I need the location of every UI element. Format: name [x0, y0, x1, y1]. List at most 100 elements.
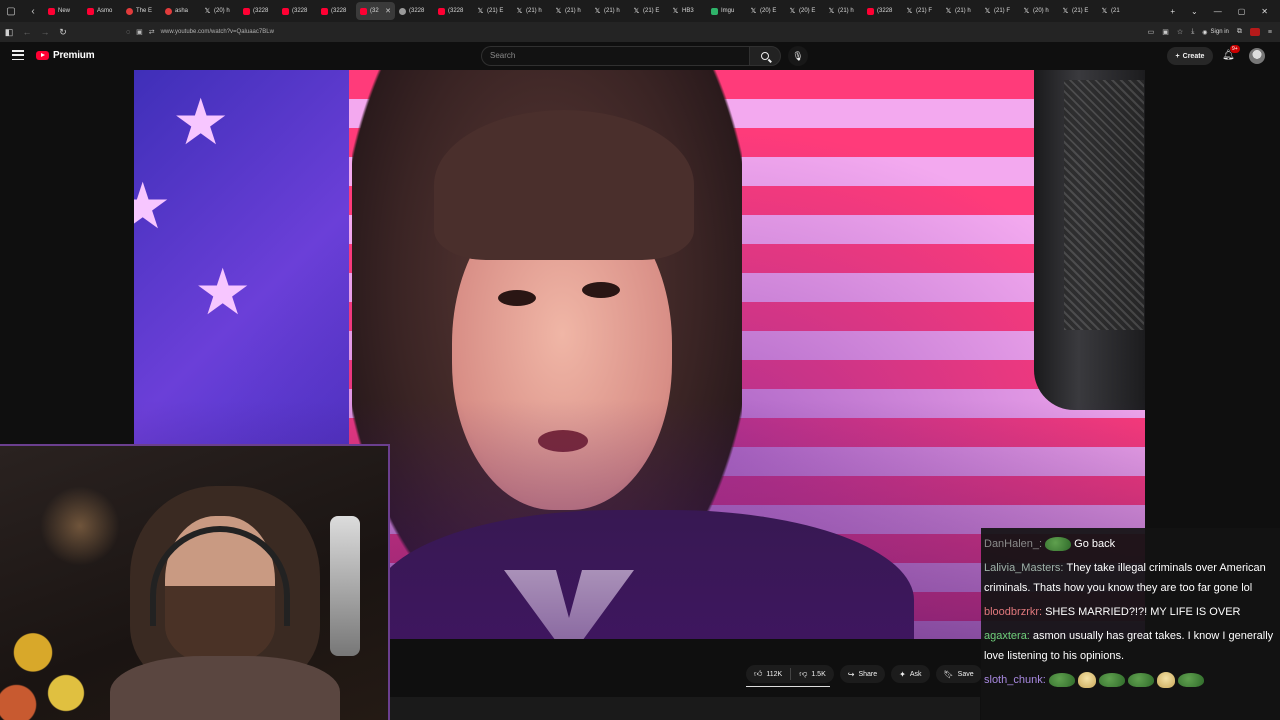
x-icon: 𝕏 [672, 7, 679, 15]
browser-tab[interactable]: 𝕏 (21 [1097, 2, 1136, 20]
search-input[interactable]: Search [481, 46, 749, 66]
browser-tab[interactable]: 𝕏 (21) E [1058, 2, 1097, 20]
tab-label: (21) h [838, 8, 854, 14]
tab-label: Asmo [97, 8, 113, 14]
thumbs-up-icon: 👍︎ [754, 669, 763, 678]
shield-icon[interactable]: ◌ [126, 29, 130, 36]
presenter-eye [582, 282, 620, 298]
x-icon: 𝕏 [477, 7, 484, 15]
new-tab-icon[interactable]: + [1170, 7, 1175, 16]
download-icon[interactable]: ⤓ [1191, 28, 1194, 36]
youtube-logo[interactable]: Premium [36, 50, 95, 61]
screenshot-icon[interactable]: ▣ [1162, 28, 1169, 36]
menu-icon[interactable]: ≡ [1268, 29, 1272, 36]
close-window-icon[interactable]: ✕ [1261, 7, 1268, 16]
lock-icon[interactable]: ▣ [136, 28, 143, 36]
pip-icon[interactable]: ▭ [1148, 28, 1155, 36]
browser-tab[interactable]: (3228 [317, 2, 356, 20]
tab-label: (21) h [604, 8, 620, 14]
tab-scroll-left-icon[interactable]: ‹ [22, 0, 44, 22]
browser-tab[interactable]: The E [122, 2, 161, 20]
ask-label: Ask [909, 670, 922, 678]
microphone [330, 516, 360, 656]
tab-label: (3228 [448, 8, 464, 14]
stream-chat: DanHalen_: Go back Lalivia_Masters: They t… [981, 528, 1280, 720]
browser-tab[interactable]: 𝕏 (21) h [941, 2, 980, 20]
bookmark-star-icon[interactable]: ☆ [1177, 28, 1183, 36]
browser-tab[interactable]: 𝕏 (20) h [1019, 2, 1058, 20]
tab-list-icon[interactable]: ⌄ [1191, 7, 1198, 16]
background-lamp [40, 486, 120, 566]
chat-username[interactable]: DanHalen_: [984, 538, 1042, 550]
like-button[interactable]: 👍︎ 112K [746, 665, 790, 683]
forward-icon[interactable]: → [36, 27, 54, 37]
browser-tab[interactable]: 𝕏 (21) h [824, 2, 863, 20]
close-tab-icon[interactable]: ✕ [385, 7, 391, 15]
chat-username[interactable]: agaxtera: [984, 630, 1030, 642]
browser-tab[interactable]: 𝕏 HB3 [668, 2, 707, 20]
browser-tab[interactable]: (3228 [434, 2, 473, 20]
browser-tab[interactable]: Asmo [83, 2, 122, 20]
dislike-button[interactable]: 👎︎ 1.5K [791, 665, 834, 683]
extensions-icon[interactable]: ⧉ [1237, 28, 1242, 36]
like-dislike-group: 👍︎ 112K 👎︎ 1.5K [746, 665, 834, 683]
ask-button[interactable]: ✦ Ask [891, 665, 930, 683]
browser-tab[interactable]: 𝕏 (21) F [902, 2, 941, 20]
maximize-icon[interactable]: ▢ [1238, 7, 1246, 16]
browser-tab[interactable]: (32 ✕ [356, 2, 395, 20]
account-avatar[interactable] [1249, 48, 1265, 64]
browser-tab[interactable]: 𝕏 (21) h [590, 2, 629, 20]
browser-tab[interactable]: (3228 [239, 2, 278, 20]
browser-tab[interactable]: (3228 [278, 2, 317, 20]
youtube-masthead: Premium Search 🎙︎ + Create 🔔︎ 9+ [0, 42, 1280, 70]
browser-tab[interactable]: 𝕏 (21) h [512, 2, 551, 20]
gray-dot-icon [399, 7, 406, 15]
tab-label: (21) F [994, 8, 1011, 14]
voice-search-icon[interactable]: 🎙︎ [788, 46, 808, 66]
x-icon: 𝕏 [555, 7, 562, 15]
browser-tab[interactable]: 𝕏 (21) h [551, 2, 590, 20]
create-button[interactable]: + Create [1167, 47, 1213, 65]
browser-tab[interactable]: (3228 [863, 2, 902, 20]
save-button[interactable]: 🔖︎ Save [935, 665, 982, 683]
browser-tab[interactable]: 𝕏 (20) E [785, 2, 824, 20]
chat-username[interactable]: sloth_chunk: [984, 674, 1046, 686]
chat-username[interactable]: bloodbrzrkr: [984, 606, 1042, 618]
youtube-icon [243, 7, 250, 15]
sidebar-toggle-icon[interactable]: ◧ [0, 27, 18, 38]
minimize-icon[interactable]: — [1214, 7, 1222, 16]
youtube-icon [360, 7, 367, 15]
share-button[interactable]: ↪ Share [839, 665, 886, 683]
browser-tab[interactable]: (3228 [395, 2, 434, 20]
x-icon: 𝕏 [594, 7, 601, 15]
tab-actions-icon[interactable]: ▢ [0, 0, 22, 22]
extension-icon[interactable] [1249, 28, 1260, 36]
reload-icon[interactable]: ↻ [54, 27, 72, 38]
browser-tab[interactable]: 𝕏 (21) E [473, 2, 512, 20]
logo-text: Premium [53, 50, 95, 61]
chat-username[interactable]: Lalivia_Masters: [984, 562, 1063, 574]
create-label: Create [1182, 52, 1205, 60]
url-field[interactable]: ◌ ▣ ⇄ www.youtube.com/watch?v=Qaluaac7BL… [126, 25, 1086, 39]
browser-tab[interactable]: asha [161, 2, 200, 20]
browser-tab[interactable]: 𝕏 (21) F [980, 2, 1019, 20]
x-icon: 𝕏 [1062, 7, 1069, 15]
browser-tab[interactable]: 𝕏 (20) E [746, 2, 785, 20]
site-settings-icon[interactable]: ⇄ [149, 28, 155, 36]
tab-label: (3228 [331, 8, 347, 14]
bookmark-icon: 🔖︎ [943, 669, 954, 679]
browser-tab[interactable]: New [44, 2, 83, 20]
browser-tab[interactable]: Imgu [707, 2, 746, 20]
description-box[interactable] [390, 697, 980, 720]
url-text[interactable]: www.youtube.com/watch?v=Qaluaac7BLw [161, 29, 274, 35]
browser-tab[interactable]: 𝕏 (20) h [200, 2, 239, 20]
browser-tab[interactable]: 𝕏 (21) E [629, 2, 668, 20]
guide-menu-icon[interactable] [12, 50, 24, 60]
window-controls: + ⌄ — ▢ ✕ [1170, 7, 1280, 16]
search-button[interactable] [749, 46, 781, 66]
sign-in-button[interactable]: ◉ Sign in [1202, 29, 1229, 36]
back-icon[interactable]: ← [18, 27, 36, 37]
chat-message: sloth_chunk: [984, 670, 1276, 690]
like-count: 112K [766, 670, 783, 678]
anime-emote-icon [1156, 672, 1175, 689]
